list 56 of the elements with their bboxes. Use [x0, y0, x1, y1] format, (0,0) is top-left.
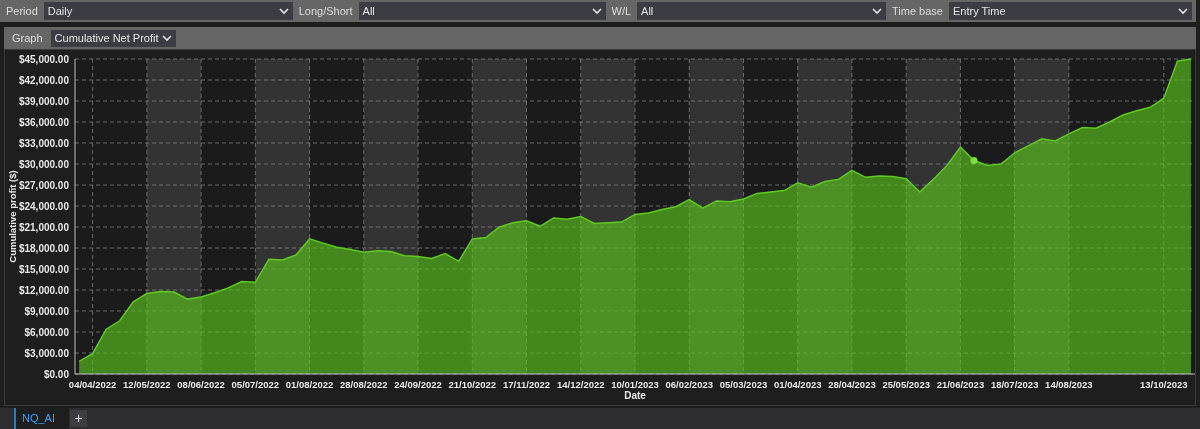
x-tick-label: 13/10/2023 — [1140, 379, 1188, 390]
chevron-down-icon — [161, 34, 172, 42]
y-tick-label: $6,000.00 — [24, 326, 69, 338]
filter-dropdown[interactable]: Entry Time — [948, 2, 1192, 20]
filter-label: Time base — [891, 3, 944, 19]
y-tick-label: $3,000.00 — [24, 347, 69, 359]
x-tick-label: 06/02/2023 — [665, 379, 713, 390]
x-tick-label: 12/05/2022 — [123, 379, 171, 390]
y-tick-label: $45,000.00 — [18, 53, 69, 65]
y-tick-label: $21,000.00 — [18, 221, 69, 233]
x-tick-label: 05/03/2023 — [719, 379, 768, 390]
x-tick-label: 05/07/2022 — [231, 379, 280, 390]
y-tick-label: $39,000.00 — [18, 95, 69, 107]
y-tick-label: $12,000.00 — [18, 284, 69, 296]
filter-label: W/L — [610, 3, 633, 19]
filter-dropdown[interactable]: Daily — [43, 2, 293, 20]
x-tick-label: 14/12/2022 — [557, 379, 605, 390]
graph-dropdown[interactable]: Cumulative Net Profit — [50, 29, 176, 47]
x-tick-label: 28/04/2023 — [828, 379, 876, 390]
y-tick-label: $42,000.00 — [18, 74, 69, 86]
y-tick-label: $15,000.00 — [18, 263, 69, 275]
filter-dropdown[interactable]: All — [637, 2, 886, 20]
y-tick-label: $24,000.00 — [18, 200, 69, 212]
x-tick-label: 18/07/2023 — [990, 379, 1039, 390]
filter-label: Period — [5, 3, 39, 19]
filter-dropdown[interactable]: All — [358, 2, 606, 20]
chevron-down-icon — [1178, 7, 1188, 15]
x-tick-label: 01/04/2023 — [773, 379, 822, 390]
point-marker — [970, 157, 978, 164]
y-tick-label: $9,000.00 — [24, 305, 69, 317]
add-tab-button[interactable]: + — [70, 410, 87, 427]
y-tick-label: $18,000.00 — [18, 242, 69, 254]
chevron-down-icon — [872, 7, 882, 15]
x-tick-label: 08/06/2022 — [177, 379, 225, 390]
y-tick-label: $0.00 — [43, 368, 69, 380]
y-tick-label: $33,000.00 — [18, 137, 69, 149]
x-tick-label: 14/08/2023 — [1045, 379, 1093, 390]
y-tick-label: $36,000.00 — [18, 116, 69, 128]
x-tick-label: 21/10/2022 — [448, 379, 497, 390]
chevron-down-icon — [278, 7, 289, 15]
x-tick-label: 10/01/2023 — [611, 379, 659, 390]
x-tick-label: 17/11/2022 — [503, 379, 551, 390]
x-tick-label: 25/05/2023 — [882, 379, 930, 390]
x-tick-label: 28/08/2022 — [340, 379, 388, 390]
y-tick-label: $27,000.00 — [18, 179, 69, 191]
x-tick-label: 01/08/2022 — [285, 379, 334, 390]
y-axis-title: Cumulative profit ($) — [7, 170, 18, 263]
chevron-down-icon — [591, 7, 602, 15]
x-axis-title: Date — [624, 390, 646, 401]
filter-label: Long/Short — [297, 3, 354, 19]
x-tick-label: 04/04/2022 — [68, 379, 117, 390]
y-tick-label: $30,000.00 — [18, 158, 69, 170]
x-tick-label: 21/06/2023 — [936, 379, 985, 390]
x-tick-label: 24/09/2022 — [394, 379, 442, 390]
graph-label: Graph — [11, 30, 44, 46]
document-tab[interactable]: NQ_AI — [14, 408, 69, 429]
